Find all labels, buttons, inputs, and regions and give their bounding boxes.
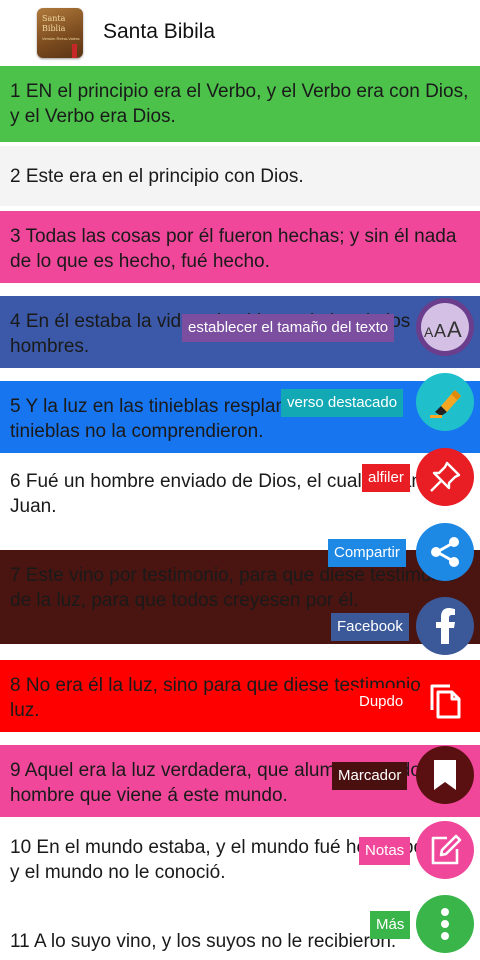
facebook-button[interactable] bbox=[416, 597, 474, 655]
bookmark-icon bbox=[434, 760, 456, 790]
verse-item-3[interactable]: 3 Todas las cosas por él fueron hechas; … bbox=[0, 211, 480, 283]
bookmark-ribbon bbox=[72, 44, 77, 58]
app-bar: Santa Biblia Versión Reina-Valera Santa … bbox=[0, 0, 480, 66]
font-size-label[interactable]: establecer el tamaño del texto bbox=[182, 314, 395, 342]
copy-button[interactable] bbox=[416, 672, 474, 730]
logo-text-santa: Santa bbox=[42, 14, 66, 23]
notes-icon bbox=[431, 834, 462, 865]
svg-text:A: A bbox=[447, 317, 462, 342]
pin-button[interactable] bbox=[416, 448, 474, 506]
app-title: Santa Bibila bbox=[103, 20, 216, 43]
verse-text: 11 A lo suyo vino, y los suyos no le rec… bbox=[10, 931, 397, 952]
verse-text: 1 EN el principio era el Verbo, y el Ver… bbox=[10, 81, 469, 127]
svg-text:A: A bbox=[424, 324, 434, 340]
share-label[interactable]: Compartir bbox=[328, 539, 406, 567]
verse-text: 2 Este era en el principio con Dios. bbox=[10, 166, 304, 187]
verse-item-5[interactable]: 5 Y la luz en las tinieblas resplandece;… bbox=[0, 381, 480, 453]
verse-item-1[interactable]: 1 EN el principio era el Verbo, y el Ver… bbox=[0, 66, 480, 142]
share-button[interactable] bbox=[416, 523, 474, 581]
copy-icon bbox=[430, 684, 461, 719]
verse-text: 3 Todas las cosas por él fueron hechas; … bbox=[10, 226, 457, 272]
highlight-label[interactable]: verso destacado bbox=[281, 389, 404, 417]
facebook-label[interactable]: Facebook bbox=[331, 613, 409, 641]
notes-label[interactable]: Notas bbox=[359, 837, 411, 865]
verse-item-9[interactable]: 9 Aquel era la luz verdadera, que alumbr… bbox=[0, 745, 480, 817]
font-size-icon: A A A bbox=[421, 303, 469, 351]
font-size-button[interactable]: A A A bbox=[416, 298, 474, 356]
highlighter-icon bbox=[430, 390, 461, 418]
share-icon bbox=[431, 537, 459, 567]
verse-text: 7 Este vino por testimonio, para que die… bbox=[10, 565, 457, 611]
bookmark-button[interactable] bbox=[416, 746, 474, 804]
logo-text-biblia: Biblia bbox=[42, 24, 66, 33]
bible-logo-icon: Santa Biblia Versión Reina-Valera bbox=[37, 8, 83, 58]
logo-text-version: Versión Reina-Valera bbox=[42, 36, 80, 41]
more-button[interactable] bbox=[416, 895, 474, 953]
pin-label[interactable]: alfiler bbox=[362, 464, 410, 492]
more-vertical-icon bbox=[441, 908, 449, 940]
highlight-button[interactable] bbox=[416, 373, 474, 431]
notes-button[interactable] bbox=[416, 821, 474, 879]
pin-icon bbox=[430, 461, 461, 492]
copy-label[interactable]: Dupdo bbox=[353, 688, 410, 716]
facebook-icon bbox=[436, 608, 455, 644]
bookmark-label[interactable]: Marcador bbox=[332, 762, 408, 790]
more-label[interactable]: Más bbox=[370, 911, 411, 939]
verse-item-2[interactable]: 2 Este era en el principio con Dios. bbox=[0, 146, 480, 206]
svg-text:A: A bbox=[434, 321, 446, 341]
